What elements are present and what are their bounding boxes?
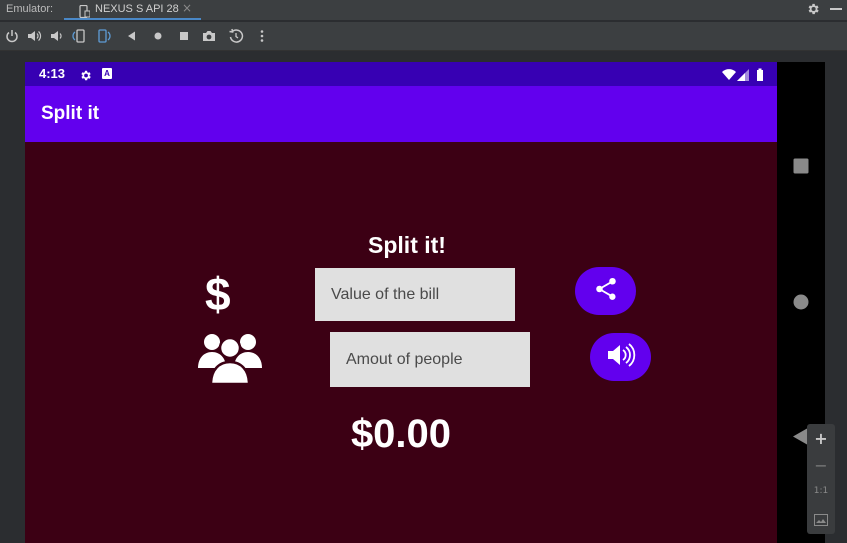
rotate-left-icon[interactable]: [71, 28, 87, 44]
volume-down-icon[interactable]: [48, 28, 64, 44]
speaker-icon: [606, 342, 636, 372]
overview-nav-icon[interactable]: [793, 158, 809, 178]
gear-icon[interactable]: [806, 1, 820, 20]
signal-icon: [737, 69, 749, 81]
device-screen: 4:13 A Split it Split it! $ Value of the…: [25, 62, 777, 543]
zoom-actual-size-button[interactable]: 1:1: [807, 486, 835, 496]
close-tab-icon[interactable]: ×: [182, 1, 192, 15]
status-bar: 4:13 A: [25, 62, 777, 86]
snapshot-icon[interactable]: [228, 28, 244, 44]
notification-badge: A: [102, 68, 112, 79]
people-input[interactable]: [330, 332, 530, 387]
emulator-titlebar: Emulator: NEXUS S API 28 ×: [0, 0, 847, 20]
emulator-label: Emulator:: [6, 3, 54, 15]
battery-icon: [757, 68, 763, 81]
rotate-right-icon[interactable]: [96, 28, 112, 44]
people-icon: [196, 328, 264, 390]
power-icon[interactable]: [4, 28, 20, 44]
home-icon[interactable]: [150, 28, 166, 44]
status-time: 4:13: [39, 66, 66, 81]
zoom-controls: + − 1:1: [807, 424, 835, 534]
settings-notification-icon: [79, 67, 92, 86]
volume-up-icon[interactable]: [26, 28, 42, 44]
active-tab-indicator: [64, 18, 201, 20]
app-title: Split it: [41, 103, 100, 124]
device-tab[interactable]: NEXUS S API 28 ×: [64, 0, 201, 20]
emulator-toolbar: [0, 22, 847, 51]
wifi-icon: [722, 69, 736, 80]
zoom-out-button[interactable]: −: [807, 456, 835, 475]
headline: Split it!: [368, 232, 446, 258]
back-icon[interactable]: [124, 28, 140, 44]
minimize-icon[interactable]: [830, 8, 842, 10]
zoom-fit-icon[interactable]: [807, 511, 835, 530]
more-icon[interactable]: [254, 28, 270, 44]
bill-input[interactable]: [315, 268, 515, 321]
status-indicators: [721, 67, 765, 86]
back-nav-icon[interactable]: [792, 428, 808, 449]
share-button[interactable]: [575, 267, 636, 315]
total-amount: $0.00: [350, 412, 452, 456]
dollar-icon: $: [205, 268, 231, 320]
zoom-in-button[interactable]: +: [807, 429, 835, 448]
share-icon: [593, 276, 619, 306]
device-tab-label: NEXUS S API 28: [95, 3, 179, 15]
home-nav-icon[interactable]: [793, 294, 809, 314]
overview-icon[interactable]: [176, 28, 192, 44]
screenshot-icon[interactable]: [201, 28, 217, 44]
app-bar: Split it: [25, 86, 777, 142]
speak-button[interactable]: [590, 333, 651, 381]
